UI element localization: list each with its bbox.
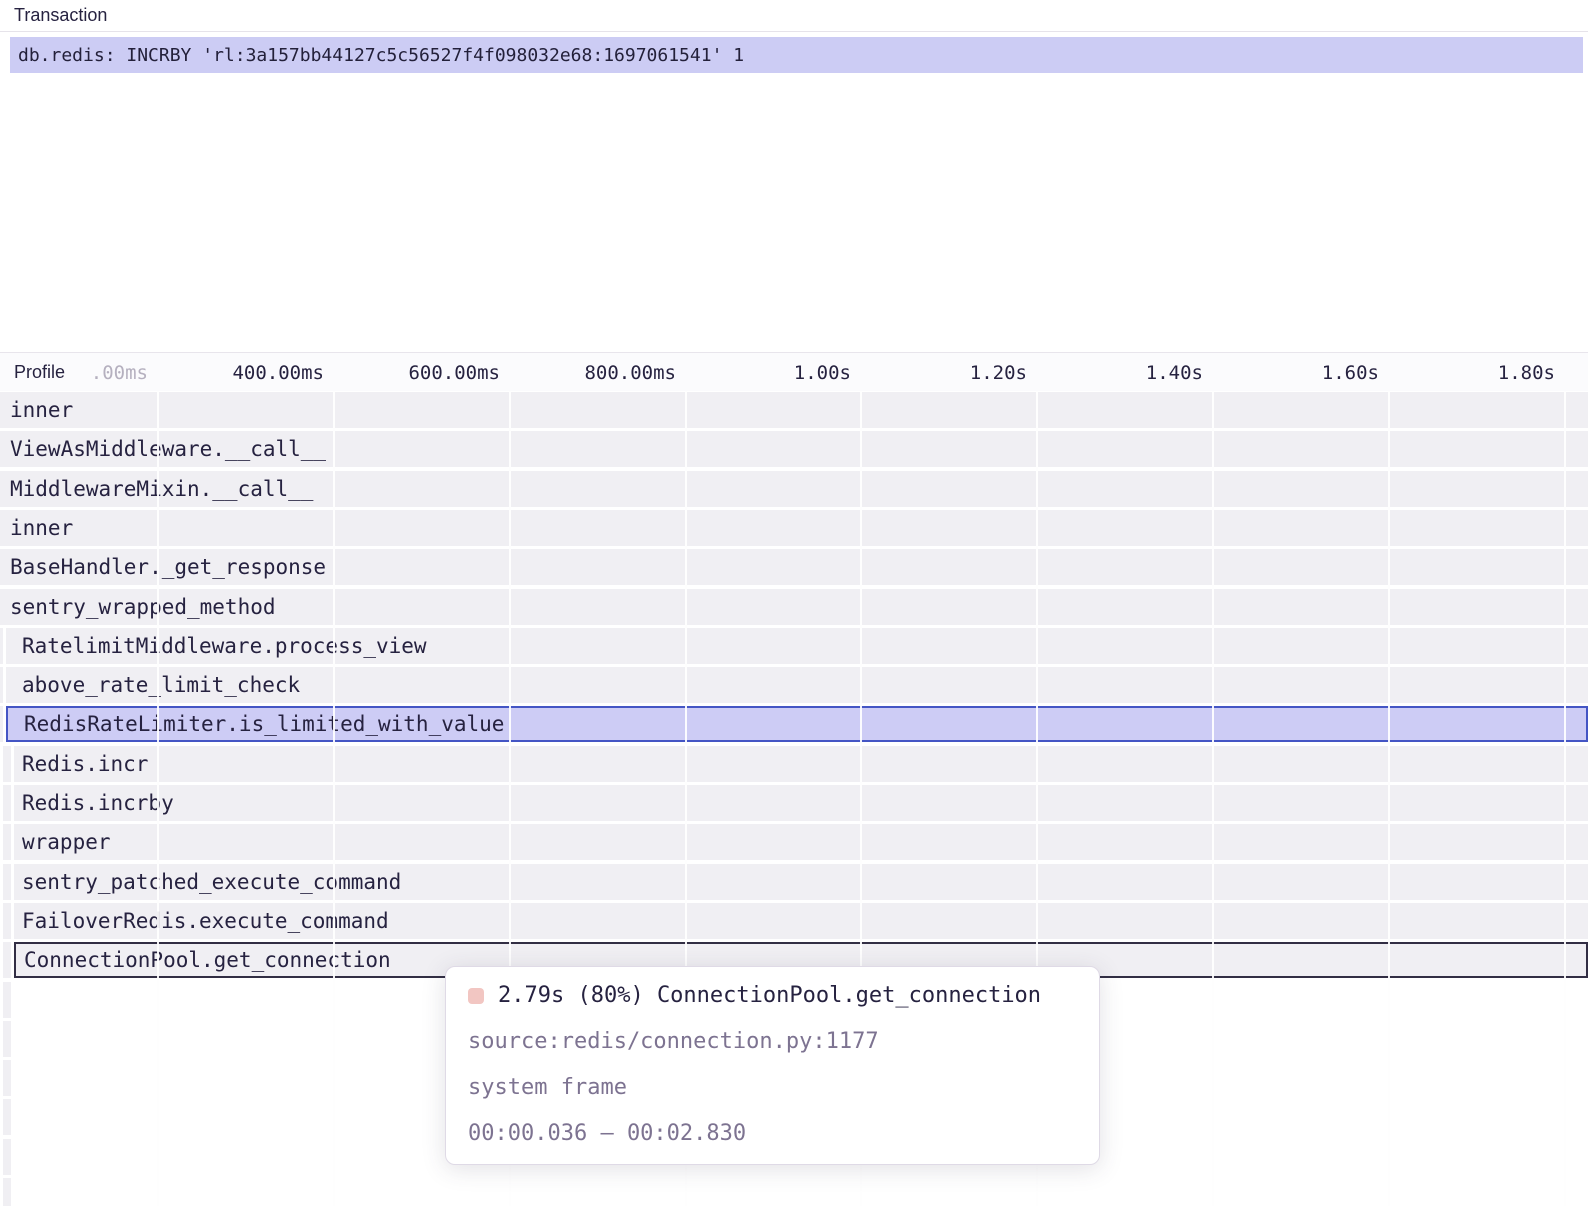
axis-tick: .00ms bbox=[91, 353, 148, 392]
transaction-span-row[interactable]: db.redis: INCRBY 'rl:3a157bb44127c5c5652… bbox=[10, 37, 1583, 73]
flame-row: FailoverRedis.execute_command bbox=[0, 903, 1588, 939]
frame-stub[interactable] bbox=[3, 1021, 11, 1057]
flame-row: RatelimitMiddleware.process_view bbox=[0, 628, 1588, 664]
flame-row: Redis.incr bbox=[0, 746, 1588, 782]
frame-bar[interactable]: sentry_wrapped_method bbox=[0, 589, 1588, 625]
gridline bbox=[1564, 391, 1566, 1206]
flame-row: inner bbox=[0, 392, 1588, 428]
frame-stub[interactable] bbox=[3, 1099, 11, 1135]
axis-tick: 600.00ms bbox=[408, 353, 500, 392]
flame-row: Redis.incrby bbox=[0, 785, 1588, 821]
tooltip-title-text: 2.79s (80%) ConnectionPool.get_connectio… bbox=[498, 983, 1041, 1008]
gridline bbox=[333, 391, 335, 1206]
frame-stub[interactable] bbox=[3, 1139, 11, 1175]
frame-stub[interactable] bbox=[3, 824, 11, 860]
frame-stub[interactable] bbox=[3, 1060, 11, 1096]
flame-row: BaseHandler._get_response bbox=[0, 549, 1588, 585]
axis-tick: 1.20s bbox=[970, 353, 1027, 392]
profile-section-title: Profile bbox=[14, 353, 65, 392]
gridline bbox=[157, 391, 159, 1206]
frame-stub[interactable] bbox=[0, 706, 3, 742]
frame-bar[interactable]: inner bbox=[0, 510, 1588, 546]
frame-stub[interactable] bbox=[3, 785, 11, 821]
frame-bar[interactable]: MiddlewareMixin.__call__ bbox=[0, 471, 1588, 507]
flame-row: wrapper bbox=[0, 824, 1588, 860]
tooltip-title: 2.79s (80%) ConnectionPool.get_connectio… bbox=[468, 983, 1077, 1008]
transaction-span-label: db.redis: INCRBY 'rl:3a157bb44127c5c5652… bbox=[18, 45, 744, 66]
flame-row: sentry_wrapped_method bbox=[0, 589, 1588, 625]
profiler-screen: Transaction db.redis: INCRBY 'rl:3a157bb… bbox=[0, 0, 1588, 1206]
frame-bar[interactable]: wrapper bbox=[14, 824, 1588, 860]
frame-stub[interactable] bbox=[3, 982, 11, 1018]
frame-bar[interactable]: RedisRateLimiter.is_limited_with_value bbox=[6, 706, 1588, 742]
axis-tick: 800.00ms bbox=[584, 353, 676, 392]
frame-bar[interactable]: Redis.incrby bbox=[14, 785, 1588, 821]
axis-tick: 1.40s bbox=[1146, 353, 1203, 392]
flame-row bbox=[0, 1178, 1588, 1206]
frame-bar[interactable]: FailoverRedis.execute_command bbox=[14, 903, 1588, 939]
axis-tick: 400.00ms bbox=[232, 353, 324, 392]
transaction-section-title: Transaction bbox=[0, 0, 1588, 32]
frame-stub[interactable] bbox=[0, 667, 3, 703]
time-axis: Profile .00ms 400.00ms 600.00ms 800.00ms 1.0… bbox=[0, 352, 1588, 391]
axis-tick: 1.60s bbox=[1322, 353, 1379, 392]
frame-bar[interactable]: sentry_patched_execute_command bbox=[14, 864, 1588, 900]
frame-stub[interactable] bbox=[3, 864, 11, 900]
flame-row: above_rate_limit_check bbox=[0, 667, 1588, 703]
flame-row: RedisRateLimiter.is_limited_with_value bbox=[0, 706, 1588, 742]
frame-stub[interactable] bbox=[3, 942, 11, 978]
gridline bbox=[1212, 391, 1214, 1206]
flame-row: sentry_patched_execute_command bbox=[0, 864, 1588, 900]
frame-stub[interactable] bbox=[3, 746, 11, 782]
tooltip-time-range: 00:00.036 — 00:02.830 bbox=[468, 1121, 1077, 1146]
frame-bar[interactable]: BaseHandler._get_response bbox=[0, 549, 1588, 585]
frame-bar[interactable]: ViewAsMiddleware.__call__ bbox=[0, 431, 1588, 467]
axis-tick: 1.80s bbox=[1498, 353, 1555, 392]
frame-tooltip: 2.79s (80%) ConnectionPool.get_connectio… bbox=[445, 966, 1100, 1165]
frame-stub[interactable] bbox=[3, 1178, 11, 1206]
flame-chart[interactable]: innerViewAsMiddleware.__call__Middleware… bbox=[0, 391, 1588, 1206]
gridline bbox=[1388, 391, 1390, 1206]
flame-row: MiddlewareMixin.__call__ bbox=[0, 471, 1588, 507]
tooltip-color-swatch bbox=[468, 988, 484, 1004]
frame-bar[interactable]: Redis.incr bbox=[14, 746, 1588, 782]
flame-row: inner bbox=[0, 510, 1588, 546]
frame-bar[interactable]: RatelimitMiddleware.process_view bbox=[6, 628, 1588, 664]
tooltip-source: source:redis/connection.py:1177 bbox=[468, 1029, 1077, 1054]
frame-bar[interactable]: inner bbox=[0, 392, 1588, 428]
frame-stub[interactable] bbox=[3, 903, 11, 939]
frame-bar[interactable]: above_rate_limit_check bbox=[6, 667, 1588, 703]
axis-tick: 1.00s bbox=[794, 353, 851, 392]
frame-stub[interactable] bbox=[0, 628, 3, 664]
flame-row: ViewAsMiddleware.__call__ bbox=[0, 431, 1588, 467]
tooltip-frame-type: system frame bbox=[468, 1075, 1077, 1100]
